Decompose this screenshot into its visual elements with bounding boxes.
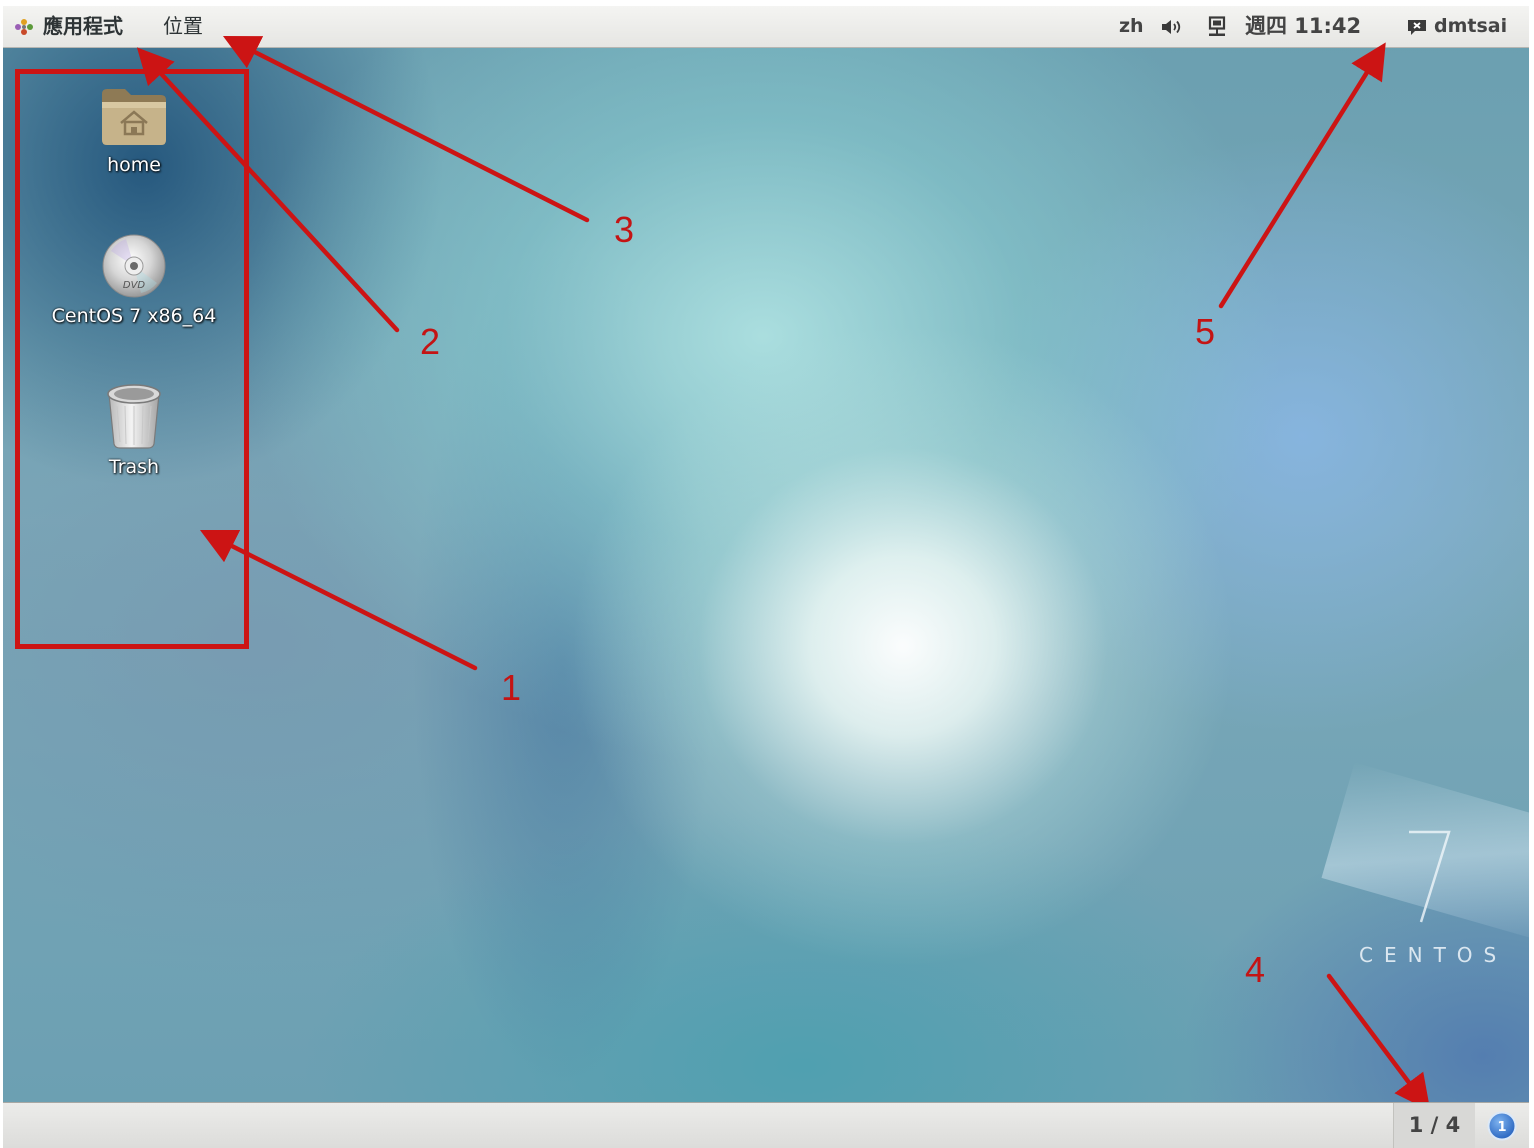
annotation-arrow-5: [1218, 42, 1386, 309]
annotation-number-4: 4: [1245, 949, 1266, 990]
annotation-arrow-1: [199, 529, 478, 671]
annotation-arrow-2: [136, 47, 400, 333]
annotation-number-1: 1: [501, 667, 522, 708]
annotation-number-3: 3: [614, 209, 635, 250]
bottom-panel: 1 / 4 1: [3, 1102, 1529, 1148]
notification-count: 1: [1497, 1120, 1506, 1135]
centos-version-logo: [1409, 830, 1451, 923]
annotation-arrow-4: [1326, 973, 1431, 1112]
annotation-number-5: 5: [1195, 311, 1216, 352]
annotation-arrows: [136, 35, 1431, 1112]
annotation-number-2: 2: [420, 321, 441, 362]
desktop-screen: 應用程式 位置 zh 週四 11:42 dmtsai home DVD Cent…: [3, 6, 1529, 1148]
centos-logo-text: CENTOS: [1359, 943, 1508, 967]
notification-icon[interactable]: 1: [1487, 1111, 1517, 1141]
annotation-arrow-3: [222, 35, 590, 223]
workspace-switcher[interactable]: 1 / 4: [1393, 1103, 1475, 1148]
